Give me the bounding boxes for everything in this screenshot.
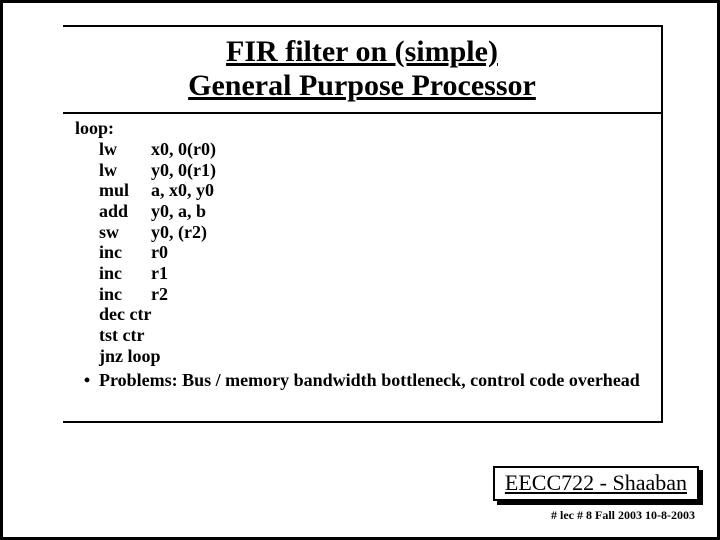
operands: a, x0, y0 <box>151 180 214 200</box>
operands: x0, 0(r0) <box>151 139 216 159</box>
operands: r2 <box>151 284 168 304</box>
title-line-1: FIR filter on (simple) <box>226 35 498 68</box>
mnemonic: sw <box>99 222 151 243</box>
bullet-dot-icon: • <box>75 370 99 391</box>
code-line: swy0, (r2) <box>75 222 653 243</box>
code-line: tst ctr <box>75 325 653 346</box>
code-line: lwx0, 0(r0) <box>75 139 653 160</box>
content-box: FIR filter on (simple) General Purpose P… <box>63 25 663 423</box>
operands: y0, a, b <box>151 201 206 221</box>
mnemonic: lw <box>99 160 151 181</box>
slide-title: FIR filter on (simple) General Purpose P… <box>63 27 661 114</box>
code-line: addy0, a, b <box>75 201 653 222</box>
code-line: dec ctr <box>75 304 653 325</box>
mnemonic: inc <box>99 242 151 263</box>
code-line: jnz loop <box>75 346 653 367</box>
title-line-2: General Purpose Processor <box>188 69 536 102</box>
footer-box: EECC722 - Shaaban <box>493 466 699 501</box>
loop-label: loop: <box>75 118 653 139</box>
mnemonic: jnz loop <box>99 346 161 366</box>
operands: y0, 0(r1) <box>151 160 216 180</box>
code-line: mula, x0, y0 <box>75 180 653 201</box>
operands: y0, (r2) <box>151 222 207 242</box>
mnemonic: dec ctr <box>99 304 151 324</box>
footer-text: EECC722 - Shaaban <box>493 466 699 501</box>
mnemonic: add <box>99 201 151 222</box>
code-line: lwy0, 0(r1) <box>75 160 653 181</box>
mnemonic: inc <box>99 284 151 305</box>
operands: r0 <box>151 242 168 262</box>
mnemonic: tst ctr <box>99 325 144 345</box>
code-line: incr1 <box>75 263 653 284</box>
code-line: incr2 <box>75 284 653 305</box>
mnemonic: mul <box>99 180 151 201</box>
operands: r1 <box>151 263 168 283</box>
bullet-item: • Problems: Bus / memory bandwidth bottl… <box>75 366 653 391</box>
mnemonic: lw <box>99 139 151 160</box>
code-block: loop: lwx0, 0(r0) lwy0, 0(r1) mula, x0, … <box>63 114 661 395</box>
slide-frame: FIR filter on (simple) General Purpose P… <box>0 0 720 540</box>
subfooter-text: # lec # 8 Fall 2003 10-8-2003 <box>551 508 695 523</box>
mnemonic: inc <box>99 263 151 284</box>
bullet-text: Problems: Bus / memory bandwidth bottlen… <box>99 370 640 391</box>
code-line: incr0 <box>75 242 653 263</box>
